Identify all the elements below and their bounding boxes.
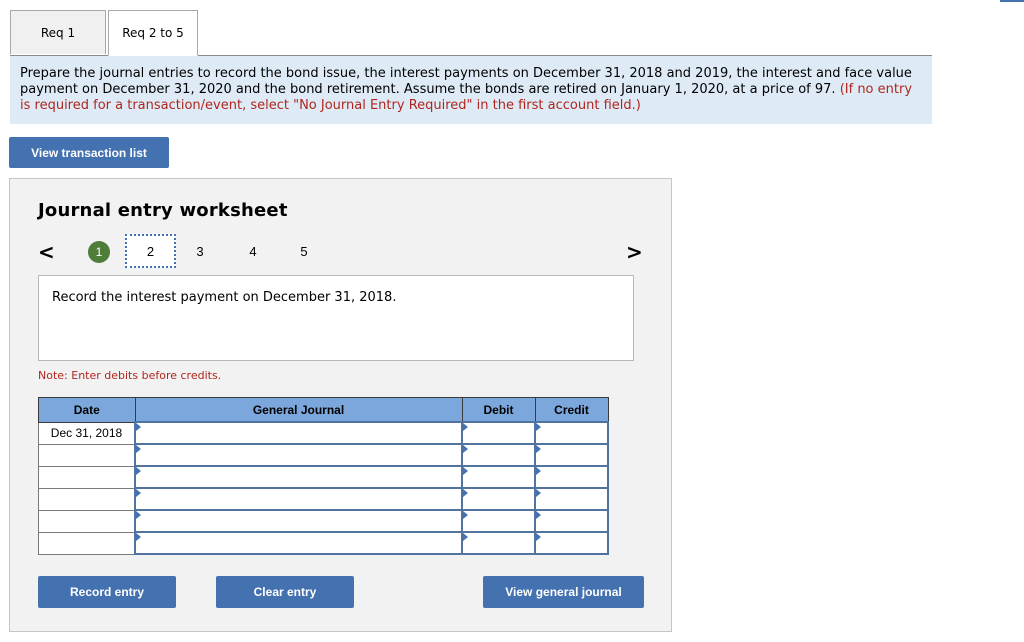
header-credit: Credit	[534, 397, 609, 423]
requirement-tabs: Req 1 Req 2 to 5	[10, 10, 932, 56]
journal-entry-worksheet-panel: Journal entry worksheet < 1 2 3 4 5 > Re…	[9, 178, 672, 632]
debit-input[interactable]	[461, 531, 536, 555]
worksheet-title: Journal entry worksheet	[38, 200, 288, 221]
debits-note: Note: Enter debits before credits.	[38, 369, 222, 382]
table-row	[38, 465, 609, 489]
table-header-row: Date General Journal Debit Credit	[38, 397, 609, 423]
transaction-description-text: Record the interest payment on December …	[52, 290, 397, 305]
clear-entry-button[interactable]: Clear entry	[216, 576, 354, 608]
table-row	[38, 531, 609, 555]
header-general-journal: General Journal	[134, 397, 463, 423]
date-cell	[38, 531, 136, 555]
date-cell	[38, 465, 136, 489]
date-cell	[38, 509, 136, 533]
table-row	[38, 487, 609, 511]
debit-input[interactable]	[461, 465, 536, 489]
table-row	[38, 443, 609, 467]
debit-input[interactable]	[461, 421, 536, 445]
chevron-left-icon[interactable]: <	[38, 240, 55, 264]
debit-input[interactable]	[461, 509, 536, 533]
account-input[interactable]	[134, 487, 463, 511]
step-4[interactable]: 4	[245, 234, 261, 268]
account-input[interactable]	[134, 443, 463, 467]
credit-input[interactable]	[534, 487, 609, 511]
step-2-current[interactable]: 2	[125, 234, 176, 268]
date-cell	[38, 443, 136, 467]
account-input[interactable]	[134, 465, 463, 489]
debit-input[interactable]	[461, 443, 536, 467]
chevron-right-icon[interactable]: >	[626, 240, 643, 264]
header-debit: Debit	[461, 397, 536, 423]
view-transaction-list-button[interactable]: View transaction list	[9, 137, 169, 168]
account-input[interactable]	[134, 531, 463, 555]
step-pager: < 1 2 3 4 5 >	[10, 234, 673, 270]
tab-req-2-to-5[interactable]: Req 2 to 5	[108, 10, 198, 56]
record-entry-button[interactable]: Record entry	[38, 576, 176, 608]
debit-input[interactable]	[461, 487, 536, 511]
credit-input[interactable]	[534, 465, 609, 489]
date-cell	[38, 487, 136, 511]
credit-input[interactable]	[534, 531, 609, 555]
top-accent-bar	[1000, 0, 1024, 2]
account-input[interactable]	[134, 509, 463, 533]
credit-input[interactable]	[534, 443, 609, 467]
credit-input[interactable]	[534, 421, 609, 445]
view-general-journal-button[interactable]: View general journal	[483, 576, 644, 608]
step-1-completed[interactable]: 1	[88, 241, 110, 263]
account-input[interactable]	[134, 421, 463, 445]
transaction-description: Record the interest payment on December …	[38, 275, 634, 361]
credit-input[interactable]	[534, 509, 609, 533]
journal-entry-table: Date General Journal Debit Credit Dec 31…	[38, 397, 609, 555]
step-3[interactable]: 3	[192, 234, 208, 268]
date-cell: Dec 31, 2018	[38, 421, 136, 445]
instructions-text: Prepare the journal entries to record th…	[20, 66, 912, 97]
header-date: Date	[38, 397, 136, 423]
table-row: Dec 31, 2018	[38, 421, 609, 445]
step-5[interactable]: 5	[296, 234, 312, 268]
table-row	[38, 509, 609, 533]
instructions-box: Prepare the journal entries to record th…	[10, 56, 932, 124]
tab-req-1[interactable]: Req 1	[10, 10, 106, 54]
